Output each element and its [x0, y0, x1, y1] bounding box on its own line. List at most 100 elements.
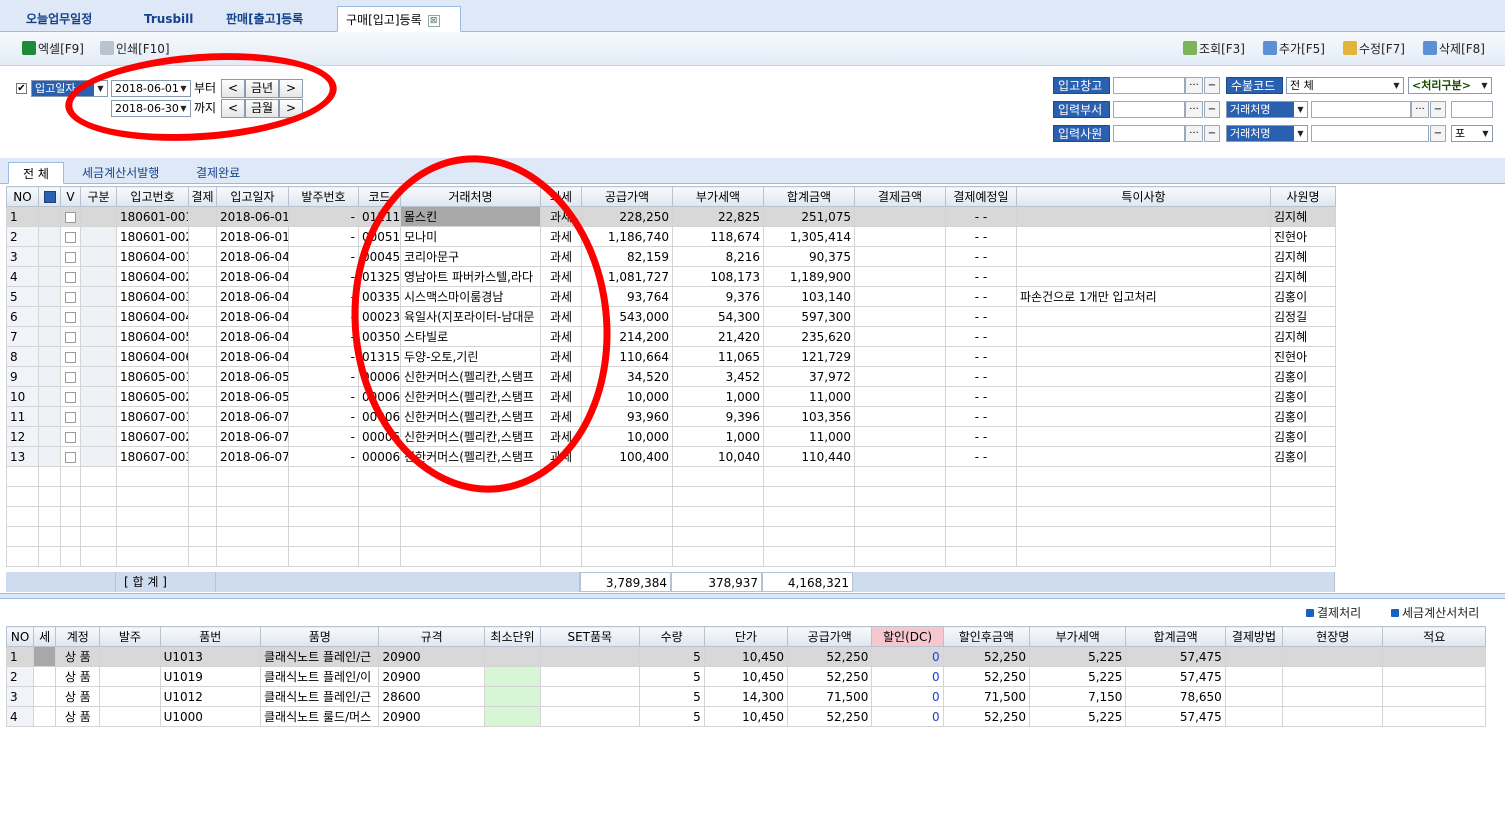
- row-checkbox-box[interactable]: [65, 211, 76, 223]
- payment-cell[interactable]: [188, 426, 217, 447]
- order-number-cell[interactable]: -: [288, 226, 359, 247]
- supply-amount-cell[interactable]: 10,000: [581, 386, 673, 407]
- unit-price-cell[interactable]: 10,450: [703, 666, 789, 687]
- column-header[interactable]: SET품목: [540, 626, 640, 647]
- category-cell[interactable]: [80, 346, 117, 367]
- payment-amount-cell[interactable]: [854, 366, 946, 387]
- receipt-number-cell[interactable]: 180604-002: [116, 266, 189, 287]
- total-amount-cell[interactable]: 57,475: [1125, 646, 1226, 667]
- payment-due-cell[interactable]: - -: [945, 226, 1017, 247]
- note-cell[interactable]: [1016, 306, 1271, 327]
- tax-type-cell[interactable]: 과세: [540, 366, 582, 387]
- row-status[interactable]: [38, 326, 61, 347]
- partner-code-cell[interactable]: 00006: [358, 426, 401, 447]
- total-amount-cell[interactable]: 251,075: [763, 206, 855, 227]
- receipt-date-cell[interactable]: 2018-06-04: [216, 266, 289, 287]
- account-cell[interactable]: 상 품: [55, 686, 101, 707]
- column-header[interactable]: 세: [33, 626, 57, 647]
- order-number-cell[interactable]: -: [288, 246, 359, 267]
- to-date-picker[interactable]: 2018-06-30 ▼: [111, 100, 191, 117]
- row-number[interactable]: 8: [6, 346, 39, 367]
- staff-name-cell[interactable]: 김지혜: [1270, 246, 1336, 267]
- row-checkbox[interactable]: [60, 226, 81, 247]
- partner-name-cell[interactable]: 신한커머스(펠리칸,스탬프: [400, 406, 541, 427]
- staff-name-cell[interactable]: 진현아: [1270, 226, 1336, 247]
- column-header[interactable]: 거래처명: [400, 186, 541, 207]
- column-header[interactable]: 과세: [540, 186, 582, 207]
- staff-name-cell[interactable]: 김지혜: [1270, 266, 1336, 287]
- site-name-cell[interactable]: [1282, 646, 1384, 667]
- save-icon[interactable]: [38, 186, 61, 207]
- min-unit-cell[interactable]: [483, 686, 542, 707]
- note-cell[interactable]: 파손건으로 1개만 입고처리: [1016, 286, 1271, 307]
- discount-cell[interactable]: 0: [871, 646, 944, 667]
- account-cell[interactable]: 상 품: [55, 706, 101, 727]
- supply-amount-cell[interactable]: 82,159: [581, 246, 673, 267]
- tab-all[interactable]: 전 체: [8, 162, 64, 184]
- row-number[interactable]: 11: [6, 406, 39, 427]
- staff-name-cell[interactable]: 김지혜: [1270, 326, 1336, 347]
- column-header[interactable]: 결제: [188, 186, 217, 207]
- dept-input[interactable]: [1113, 101, 1185, 118]
- column-header[interactable]: 할인후금액: [942, 626, 1031, 647]
- row-status[interactable]: [38, 226, 61, 247]
- item-name-cell[interactable]: 클래식노트 플레인/근: [259, 686, 380, 707]
- order-number-cell[interactable]: -: [288, 446, 359, 467]
- total-amount-cell[interactable]: 121,729: [763, 346, 855, 367]
- row-checkbox-box[interactable]: [65, 371, 76, 383]
- total-amount-cell[interactable]: 11,000: [763, 426, 855, 447]
- column-header[interactable]: 사원명: [1270, 186, 1336, 207]
- note-cell[interactable]: [1016, 406, 1271, 427]
- category-cell[interactable]: [80, 246, 117, 267]
- vat-amount-cell[interactable]: 1,000: [672, 386, 764, 407]
- order-cell[interactable]: [99, 646, 161, 667]
- partner-name-cell[interactable]: 두양-오토,기린: [400, 346, 541, 367]
- payment-amount-cell[interactable]: [854, 446, 946, 467]
- row-checkbox-box[interactable]: [65, 271, 76, 283]
- row-checkbox-box[interactable]: [65, 431, 76, 443]
- table-row[interactable]: 6 180604-004 2018-06-04-00023 육일사(지포라이터-남대문…: [6, 306, 1336, 327]
- supply-amount-cell[interactable]: 52,250: [787, 706, 873, 727]
- unit-price-cell[interactable]: 14,300: [703, 686, 789, 707]
- column-header[interactable]: 입고번호: [116, 186, 189, 207]
- table-row[interactable]: 3상 품 U1012 클래식노트 플레인/근 28600 5 14,300 71,500 0 7…: [5, 686, 1486, 707]
- receipt-date-cell[interactable]: 2018-06-04: [216, 246, 289, 267]
- total-amount-cell[interactable]: 57,475: [1125, 706, 1226, 727]
- this-year-button[interactable]: 금년: [245, 79, 279, 98]
- excel-button[interactable]: 엑셀[F9]: [22, 40, 84, 58]
- row-status[interactable]: [38, 366, 61, 387]
- row-checkbox-box[interactable]: [65, 451, 76, 463]
- column-header[interactable]: 규격: [378, 626, 485, 647]
- row-checkbox-box[interactable]: [65, 231, 76, 243]
- item-name-cell[interactable]: 클래식노트 플레인/이: [259, 666, 380, 687]
- tab-tax-invoice-issued[interactable]: 세금계산서발행: [72, 162, 169, 184]
- partner-input-2[interactable]: [1311, 125, 1429, 142]
- payment-cell[interactable]: [188, 226, 217, 247]
- payment-method-cell[interactable]: [1224, 666, 1284, 687]
- payment-cell[interactable]: [188, 206, 217, 227]
- order-number-cell[interactable]: -: [288, 426, 359, 447]
- total-amount-cell[interactable]: 1,189,900: [763, 266, 855, 287]
- partner-lookup-button[interactable]: ···: [1411, 101, 1429, 118]
- payment-due-cell[interactable]: - -: [945, 346, 1017, 367]
- receipt-date-cell[interactable]: 2018-06-04: [216, 346, 289, 367]
- receipt-date-cell[interactable]: 2018-06-07: [216, 426, 289, 447]
- column-header[interactable]: 특이사항: [1016, 186, 1271, 207]
- from-date-picker[interactable]: 2018-06-01 ▼: [111, 80, 191, 97]
- partner-name-cell[interactable]: 몰스킨: [400, 206, 541, 227]
- order-number-cell[interactable]: -: [288, 406, 359, 427]
- column-header[interactable]: 적요: [1382, 626, 1486, 647]
- partner-name-cell[interactable]: 코리아문구: [400, 246, 541, 267]
- row-checkbox[interactable]: [60, 346, 81, 367]
- table-row[interactable]: 10 180605-002 2018-06-05-00006 신한커머스(펠리칸,스탬…: [6, 386, 1336, 407]
- partner-code-cell[interactable]: 00350: [358, 326, 401, 347]
- partner-code-cell[interactable]: 01325: [358, 266, 401, 287]
- flow-code-select[interactable]: 전 체 ▼: [1286, 77, 1404, 94]
- next-month-button[interactable]: >: [279, 99, 303, 118]
- dept-clear-button[interactable]: −: [1204, 101, 1220, 118]
- payment-amount-cell[interactable]: [854, 326, 946, 347]
- note-cell[interactable]: [1016, 386, 1271, 407]
- row-status[interactable]: [38, 306, 61, 327]
- partner-code-cell[interactable]: 01111: [358, 206, 401, 227]
- order-cell[interactable]: [99, 686, 161, 707]
